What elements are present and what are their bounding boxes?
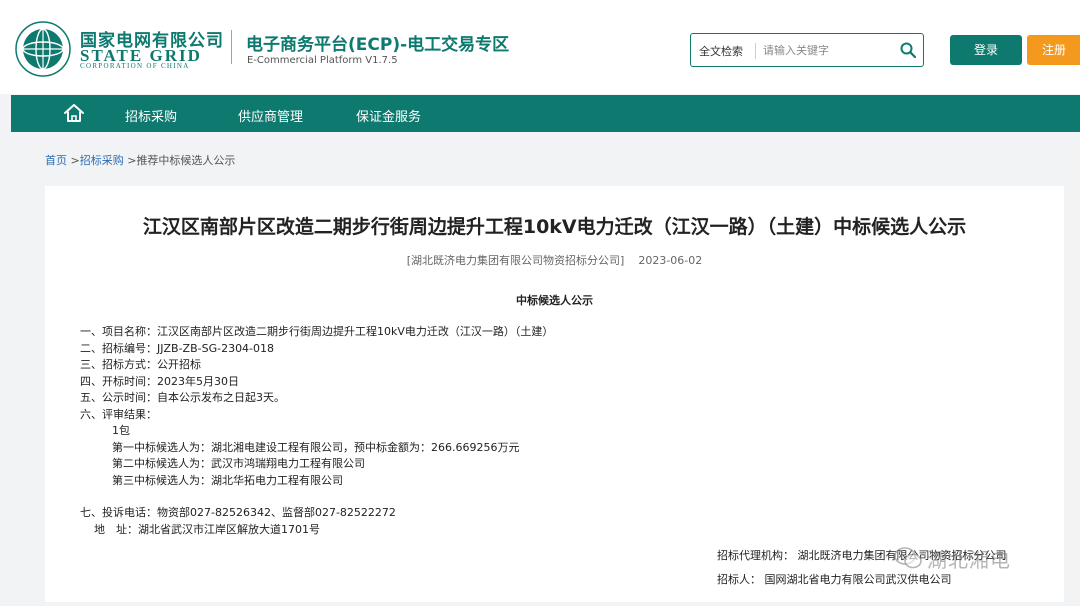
breadcrumb-sep: >: [123, 154, 137, 167]
wechat-icon: [894, 547, 922, 569]
article-source: [湖北既济电力集团有限公司物资招标分公司]: [406, 254, 625, 267]
search-input[interactable]: [763, 39, 893, 61]
article-meta: [湖北既济电力集团有限公司物资招标分公司] 2023-06-02: [45, 252, 1064, 268]
platform-version: E-Commercial Platform V1.7.5: [247, 55, 398, 66]
breadcrumb-home[interactable]: 首页: [45, 154, 67, 167]
register-button[interactable]: 注册: [1027, 35, 1080, 65]
search-box: 全文检索: [690, 33, 924, 67]
site-header: 国家电网有限公司 STATE GRID CORPORATION OF CHINA…: [0, 0, 1080, 94]
candidate-line: 第一中标候选人为：湖北湘电建设工程有限公司，预中标金额为：266.669256万…: [112, 440, 520, 454]
watermark-text: 湖北湘电: [927, 548, 1011, 572]
article-date: 2023-06-02: [638, 254, 703, 267]
nav-item-bidding[interactable]: 招标采购: [125, 106, 177, 125]
search-separator: [755, 43, 756, 59]
body-line: 三、招标方式：公开招标: [80, 358, 201, 371]
body-line: 四、开标时间：2023年5月30日: [80, 374, 239, 388]
address-line: 地 址：湖北省武汉市江岸区解放大道1701号: [94, 522, 320, 536]
breadcrumb-current: 推荐中标候选人公示: [136, 154, 236, 167]
watermark: 湖北湘电: [893, 540, 1053, 576]
nav-item-deposit[interactable]: 保证金服务: [356, 106, 421, 125]
body-line: 六、评审结果：: [80, 407, 157, 421]
complaint-line: 七、投诉电话：物资部027-82526342、监督部027-82522272: [80, 506, 396, 519]
state-grid-logo-icon: [15, 21, 71, 77]
body-line: 一、项目名称：江汉区南部片区改造二期步行街周边提升工程10kV电力迁改（江汉一路…: [80, 325, 554, 338]
article-subheading: 中标候选人公示: [516, 294, 593, 307]
breadcrumb-section[interactable]: 招标采购: [80, 154, 124, 167]
body-line: 二、招标编号：JJZB-ZB-SG-2304-018: [80, 341, 275, 355]
breadcrumb-sep: >: [67, 154, 80, 167]
search-scope-select[interactable]: 全文检索: [699, 43, 743, 59]
article-title: 江汉区南部片区改造二期步行街周边提升工程10kV电力迁改（江汉一路）（土建）中标…: [142, 216, 967, 238]
nav-item-supplier[interactable]: 供应商管理: [238, 106, 303, 125]
search-icon[interactable]: [899, 41, 917, 59]
article-body: 一、项目名称：江汉区南部片区改造二期步行街周边提升工程10kV电力迁改（江汉一路…: [80, 324, 553, 538]
home-icon[interactable]: [63, 103, 85, 123]
candidate-line: 第二中标候选人为：武汉市鸿瑞翔电力工程有限公司: [112, 457, 365, 470]
logo-sub-text: CORPORATION OF CHINA: [80, 62, 190, 70]
header-divider: [231, 30, 232, 64]
login-button[interactable]: 登录: [950, 35, 1022, 65]
candidate-line: 第三中标候选人为：湖北华拓电力工程有限公司: [112, 473, 343, 487]
body-line: 五、公示时间：自本公示发布之日起3天。: [80, 391, 285, 404]
main-nav: 招标采购 供应商管理 保证金服务: [11, 95, 1080, 132]
platform-title: 电子商务平台(ECP)-电工交易专区: [246, 35, 510, 55]
package-label: 1包: [112, 424, 130, 437]
breadcrumb: 首页 >招标采购 >推荐中标候选人公示: [45, 152, 235, 168]
